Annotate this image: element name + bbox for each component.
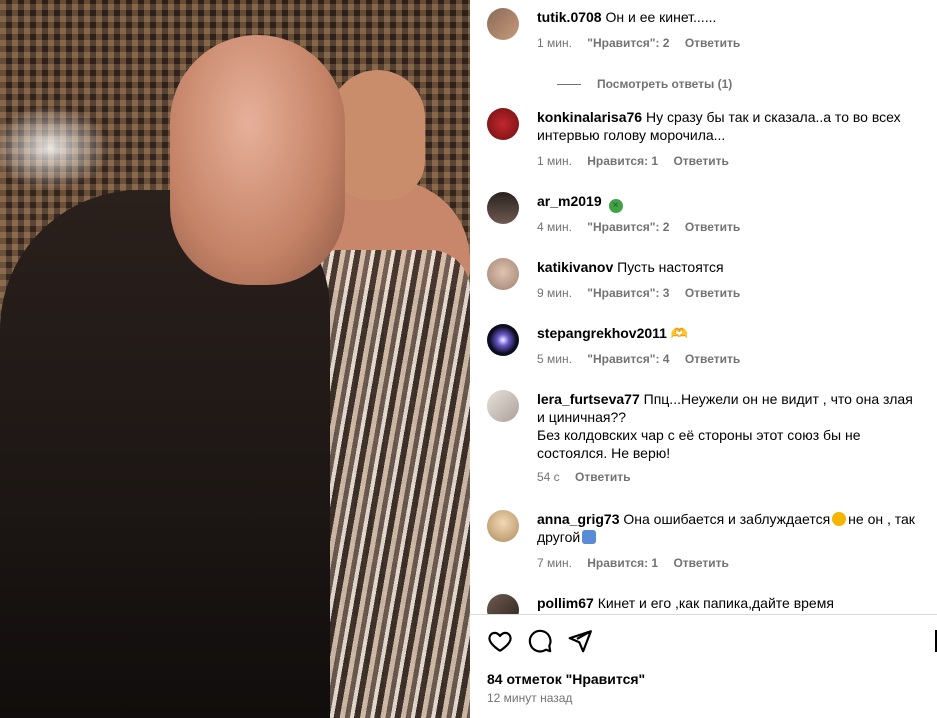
comment-meta: 7 мин. Нравится: 1 Ответить [537, 556, 741, 570]
comment-time: 5 мин. [537, 352, 572, 366]
reply-button[interactable]: Ответить [685, 36, 740, 50]
divider [470, 614, 937, 615]
post-media[interactable] [0, 0, 470, 718]
comment-text: Кинет и его ,как папика,дайте время [597, 595, 834, 611]
comment-username[interactable]: stepangrekhov2011 [537, 325, 667, 341]
comment-text: 🫶 [670, 325, 689, 341]
comment-meta: 1 мин. Нравится: 1 Ответить [537, 154, 741, 168]
reply-button[interactable]: Ответить [685, 352, 740, 366]
comment-likes[interactable]: "Нравится": 4 [587, 352, 669, 366]
comment-username[interactable]: katikivanov [537, 259, 613, 275]
view-replies-button[interactable]: Посмотреть ответы (1) [557, 77, 732, 91]
reply-button[interactable]: Ответить [575, 470, 630, 484]
comment-likes[interactable]: Нравится: 1 [587, 154, 658, 168]
avatar[interactable] [487, 594, 519, 614]
comment-likes[interactable]: "Нравится": 3 [587, 286, 669, 300]
comment-username[interactable]: pollim67 [537, 595, 594, 611]
view-replies-label: Посмотреть ответы (1) [597, 77, 733, 91]
man-figure [170, 35, 345, 285]
avatar[interactable] [487, 324, 519, 356]
comment-likes[interactable]: "Нравится": 2 [587, 36, 669, 50]
comment-meta: 5 мин. "Нравится": 4 Ответить [537, 352, 752, 366]
avatar[interactable] [487, 108, 519, 140]
likes-count[interactable]: 84 отметок "Нравится" [487, 671, 645, 687]
avatar[interactable] [487, 390, 519, 422]
comment-username[interactable]: ar_m2019 [537, 193, 602, 209]
folded-hands-icon [582, 530, 597, 544]
comment-time: 1 мин. [537, 36, 572, 50]
clapping-hands-icon [832, 512, 847, 526]
heart-icon[interactable] [487, 628, 513, 654]
reply-button[interactable]: Ответить [685, 220, 740, 234]
avatar[interactable] [487, 8, 519, 40]
comment-icon[interactable] [527, 628, 553, 654]
neon-sign [0, 105, 110, 190]
post-actions [487, 626, 927, 656]
comment-list[interactable]: tutik.0708 Он и ее кинет...... 1 мин. "Н… [470, 0, 937, 614]
comment-meta: 54 с Ответить [537, 470, 642, 484]
comment-time: 9 мин. [537, 286, 572, 300]
comment-text: Пусть настоятся [617, 259, 724, 275]
comment-time: 4 мин. [537, 220, 572, 234]
comment-time: 1 мин. [537, 154, 572, 168]
comment-text: Он и ее кинет...... [605, 9, 717, 25]
comment-meta: 1 мин. "Нравится": 2 Ответить [537, 36, 752, 50]
comment-username[interactable]: konkinalarisa76 [537, 109, 642, 125]
avatar[interactable] [487, 192, 519, 224]
comment-meta: 4 мин. "Нравится": 2 Ответить [537, 220, 752, 234]
comment-likes[interactable]: Нравится: 1 [587, 556, 658, 570]
comment-time: 54 с [537, 470, 560, 484]
reply-button[interactable]: Ответить [673, 556, 728, 570]
avatar[interactable] [487, 510, 519, 542]
comment-meta: 9 мин. "Нравится": 3 Ответить [537, 286, 752, 300]
nauseated-face-icon: × [608, 199, 623, 213]
comment-text-continued: Без колдовских чар с её стороны этот сою… [537, 427, 861, 461]
share-icon[interactable] [567, 628, 593, 654]
avatar[interactable] [487, 258, 519, 290]
comment-username[interactable]: anna_grig73 [537, 511, 619, 527]
replies-line [557, 84, 581, 86]
comment-username[interactable]: tutik.0708 [537, 9, 602, 25]
comments-panel: tutik.0708 Он и ее кинет...... 1 мин. "Н… [470, 0, 937, 718]
reply-button[interactable]: Ответить [673, 154, 728, 168]
post-time: 12 минут назад [487, 691, 573, 705]
comment-likes[interactable]: "Нравится": 2 [587, 220, 669, 234]
reply-button[interactable]: Ответить [685, 286, 740, 300]
comment-text: Она ошибается и заблуждается [623, 511, 831, 527]
comment-username[interactable]: lera_furtseva77 [537, 391, 640, 407]
comment-time: 7 мин. [537, 556, 572, 570]
